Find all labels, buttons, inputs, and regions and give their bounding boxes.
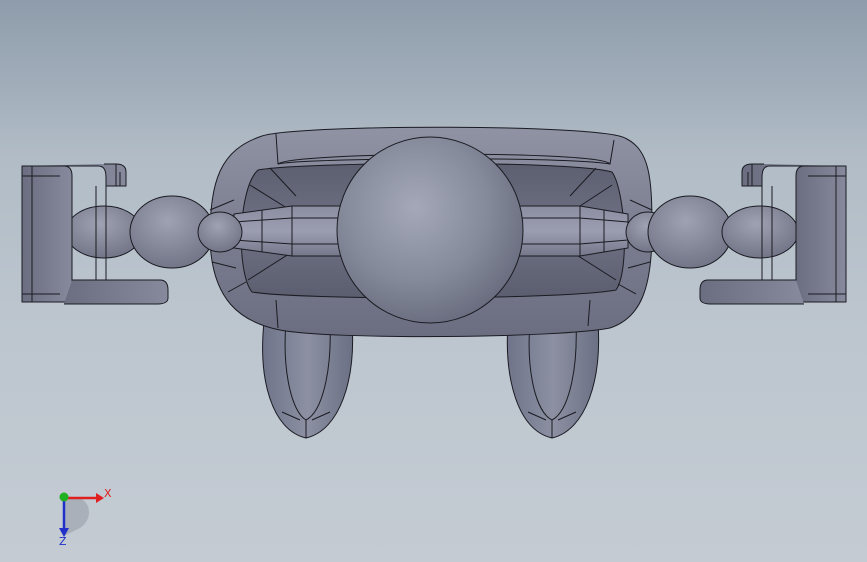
z-axis-label: Z bbox=[59, 535, 67, 548]
reference-triad: X Z bbox=[59, 487, 112, 548]
x-axis-label: X bbox=[104, 487, 112, 500]
graphics-viewport[interactable]: X Z bbox=[0, 0, 867, 562]
y-axis-indicator bbox=[59, 492, 69, 502]
x-axis-arrowhead bbox=[96, 493, 104, 503]
